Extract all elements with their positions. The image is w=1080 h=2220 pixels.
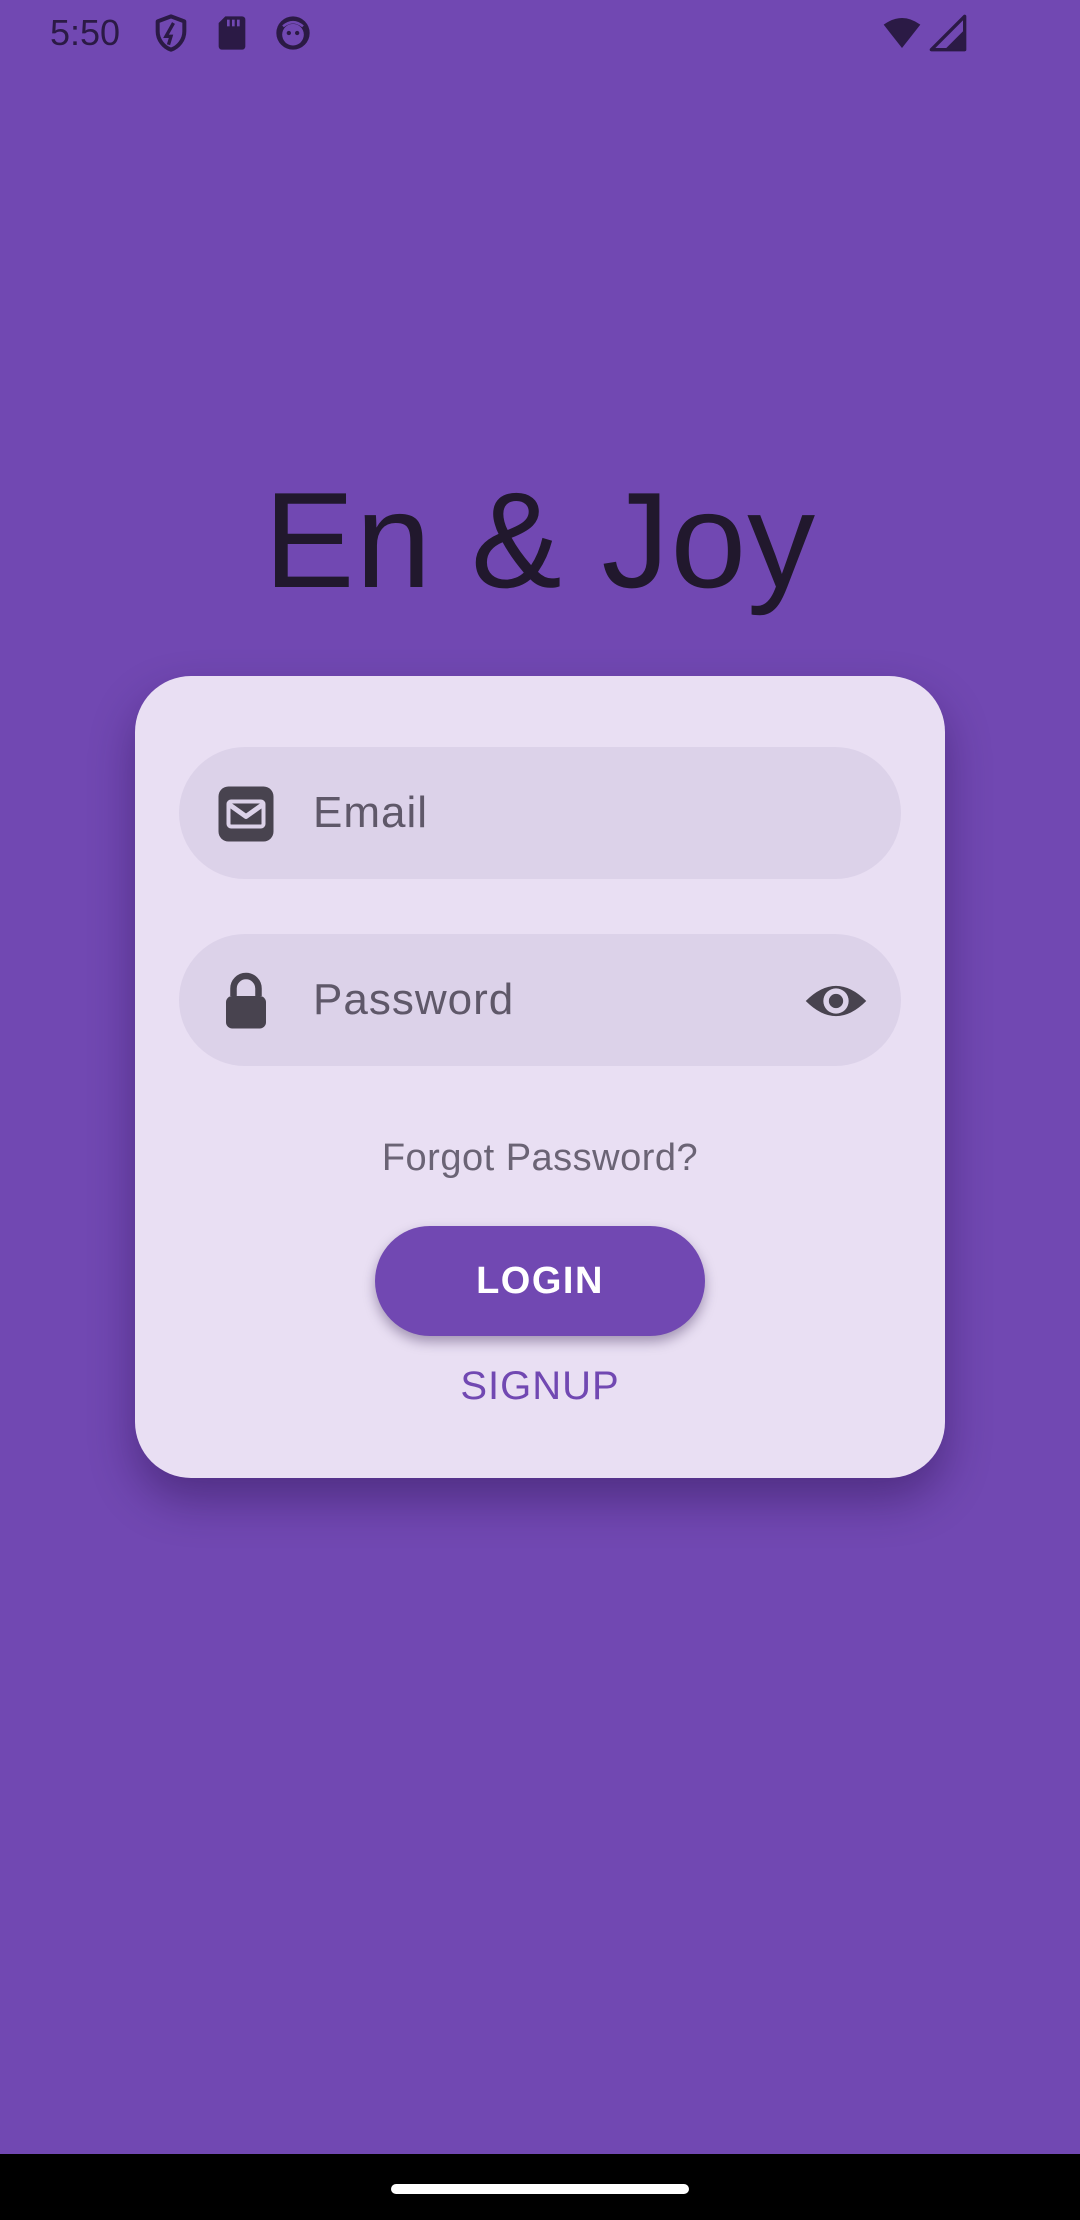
envelope-icon — [216, 784, 276, 844]
face-icon — [273, 13, 313, 53]
shield-icon — [151, 13, 191, 53]
password-field[interactable] — [179, 934, 901, 1066]
status-bar: 5:50 — [0, 0, 1080, 66]
home-gesture-handle[interactable] — [391, 2184, 689, 2194]
signup-button[interactable]: SIGNUP — [375, 1356, 705, 1416]
email-field[interactable] — [179, 747, 901, 879]
wifi-icon — [880, 13, 924, 53]
login-button[interactable]: LOGIN — [375, 1226, 705, 1336]
status-time: 5:50 — [50, 12, 121, 53]
login-card: Forgot Password? LOGIN SIGNUP — [135, 676, 945, 1478]
cell-signal-icon — [928, 13, 968, 53]
password-input[interactable] — [313, 934, 753, 1066]
eye-icon[interactable] — [803, 968, 869, 1034]
sd-card-icon — [212, 13, 252, 53]
app-title: En & Joy — [263, 464, 817, 616]
forgot-password-link[interactable]: Forgot Password? — [135, 1133, 945, 1183]
navigation-bar — [0, 2154, 1080, 2220]
lock-icon — [216, 971, 276, 1031]
email-input[interactable] — [313, 747, 753, 879]
